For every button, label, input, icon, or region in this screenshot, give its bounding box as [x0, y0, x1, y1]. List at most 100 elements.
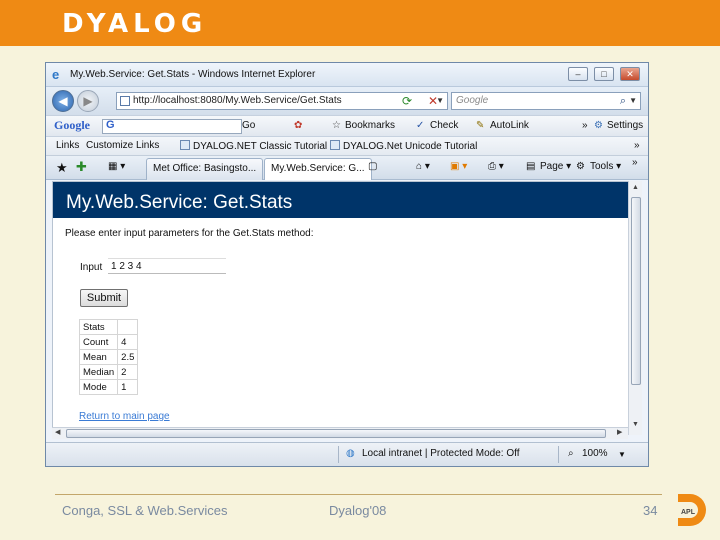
links-bar: Links Customize Links DYALOG.NET Classic…: [46, 137, 648, 156]
google-toolbar: Google G Go ✿ ☆ Bookmarks ✓ Check ✎ Auto…: [46, 115, 648, 137]
autolink-icon: ✎: [476, 120, 485, 131]
scroll-thumb-horizontal[interactable]: [66, 429, 606, 438]
address-text: http://localhost:8080/My.Web.Service/Get…: [133, 95, 342, 106]
bookmarks-button[interactable]: Bookmarks: [345, 120, 395, 131]
stats-table: Stats Count 4 Mean 2.5 Median 2 Mode 1: [78, 319, 139, 395]
table-row: Count 4: [78, 334, 139, 350]
star-icon[interactable]: ☆: [332, 120, 341, 131]
favorites-star-icon[interactable]: ★: [56, 160, 68, 176]
divider: [558, 446, 559, 463]
stats-value: 4: [117, 334, 139, 350]
address-row: ◀ ▶ http://localhost:8080/My.Web.Service…: [46, 87, 648, 115]
google-g-icon: G: [106, 119, 115, 131]
more-chevron-icon[interactable]: »: [634, 140, 640, 151]
scroll-up-icon[interactable]: ▲: [632, 184, 639, 191]
search-input[interactable]: Google ⌕ ▼: [451, 92, 641, 110]
instructions-text: Please enter input parameters for the Ge…: [65, 228, 314, 239]
scroll-right-icon[interactable]: ▶: [617, 428, 622, 436]
window-title: My.Web.Service: Get.Stats - Windows Inte…: [70, 69, 316, 80]
more-chevron-icon[interactable]: »: [632, 157, 638, 168]
page-icon: ▤: [526, 161, 536, 172]
table-row: Median 2: [78, 364, 139, 380]
go-button[interactable]: Go: [242, 120, 255, 131]
more-chevron-icon[interactable]: »: [582, 120, 588, 131]
scroll-left-icon[interactable]: ◀: [55, 428, 60, 436]
print-icon[interactable]: ⎙ ▾: [488, 161, 504, 172]
chevron-down-icon[interactable]: ▼: [629, 93, 637, 109]
forward-button[interactable]: ▶: [77, 90, 99, 112]
wrench-icon: ⚙: [594, 120, 603, 131]
close-button[interactable]: ✕: [620, 67, 640, 81]
footer-divider: [55, 494, 662, 495]
stats-header: Stats: [78, 319, 119, 335]
tools-menu[interactable]: Tools ▾: [590, 161, 621, 172]
spellcheck-icon: ✓: [416, 120, 425, 131]
footer-event: Dyalog'08: [329, 503, 387, 518]
divider: [338, 446, 339, 463]
apl-logo-icon: APL: [678, 494, 706, 526]
tab-met-office[interactable]: Met Office: Basingsto...: [146, 158, 264, 180]
stats-key: Median: [78, 364, 119, 380]
stop-icon[interactable]: ✕: [424, 92, 442, 110]
tools-gear-icon: ⚙: [576, 161, 585, 172]
page-icon: [330, 140, 340, 150]
feeds-icon[interactable]: ▣ ▾: [450, 161, 467, 172]
maximize-button[interactable]: □: [594, 67, 614, 81]
google-search-input[interactable]: G: [102, 119, 242, 134]
home-icon[interactable]: ⌂ ▾: [416, 161, 430, 172]
scroll-down-icon[interactable]: ▼: [632, 421, 639, 428]
stats-value: 2: [117, 364, 139, 380]
autolink-button[interactable]: AutoLink: [490, 120, 529, 131]
vertical-scrollbar[interactable]: ▲ ▼: [628, 181, 642, 435]
zoom-icon: ⌕: [568, 448, 574, 459]
scroll-thumb[interactable]: [631, 197, 641, 385]
settings-button[interactable]: Settings: [607, 120, 643, 131]
return-link[interactable]: Return to main page: [79, 411, 170, 422]
page-title: My.Web.Service: Get.Stats: [53, 182, 629, 218]
chevron-down-icon[interactable]: ▼: [618, 450, 626, 459]
page-icon: [120, 96, 130, 106]
page-content: My.Web.Service: Get.Stats Please enter i…: [52, 181, 634, 435]
zone-status[interactable]: Local intranet | Protected Mode: Off: [362, 448, 520, 459]
input-label: Input: [80, 262, 103, 273]
status-bar: ◍ Local intranet | Protected Mode: Off ⌕…: [46, 442, 648, 466]
slide-header: DYALOG: [0, 0, 720, 46]
check-button[interactable]: Check: [430, 120, 458, 131]
search-placeholder: Google: [456, 95, 489, 106]
stats-key: Mode: [78, 379, 119, 395]
table-row: Mode 1: [78, 379, 139, 395]
stats-value: 2.5: [117, 349, 139, 365]
new-tab-button[interactable]: ▢: [368, 161, 377, 172]
apl-badge-text: APL: [681, 509, 696, 516]
stats-cell: [117, 319, 139, 335]
link-customize[interactable]: Customize Links: [86, 140, 159, 151]
intranet-icon: ◍: [346, 448, 355, 459]
link-unicode-tutorial[interactable]: DYALOG.Net Unicode Tutorial: [330, 140, 477, 152]
back-button[interactable]: ◀: [52, 90, 74, 112]
page-icon: [180, 140, 190, 150]
tab-list-icon[interactable]: ▦ ▾: [108, 161, 125, 172]
browser-window: e My.Web.Service: Get.Stats - Windows In…: [45, 62, 649, 467]
tab-get-stats[interactable]: My.Web.Service: G...: [264, 158, 372, 180]
stats-value: 1: [117, 379, 139, 395]
horizontal-scrollbar[interactable]: ◀ ▶: [52, 427, 628, 439]
footer-title: Conga, SSL & Web.Services: [62, 503, 228, 518]
tab-bar: ★ ✚ ▦ ▾ Met Office: Basingsto... My.Web.…: [46, 156, 648, 180]
puzzle-icon[interactable]: ✿: [294, 120, 302, 131]
ie-icon: e: [52, 67, 60, 82]
links-label: Links: [56, 140, 80, 151]
page-menu[interactable]: Page ▾: [540, 161, 571, 172]
title-bar: e My.Web.Service: Get.Stats - Windows In…: [46, 63, 648, 87]
google-logo: Google: [54, 118, 90, 132]
refresh-icon[interactable]: ⟳: [398, 92, 416, 110]
stats-key: Mean: [78, 349, 119, 365]
minimize-button[interactable]: –: [568, 67, 588, 81]
table-row: Mean 2.5: [78, 349, 139, 365]
submit-button[interactable]: Submit: [80, 289, 128, 307]
table-row: Stats: [78, 319, 139, 335]
add-favorite-icon[interactable]: ✚: [76, 159, 87, 175]
link-classic-tutorial[interactable]: DYALOG.NET Classic Tutorial: [180, 140, 327, 152]
zoom-level[interactable]: 100%: [582, 448, 608, 459]
input-field[interactable]: [108, 258, 226, 274]
search-icon[interactable]: ⌕: [620, 93, 626, 109]
